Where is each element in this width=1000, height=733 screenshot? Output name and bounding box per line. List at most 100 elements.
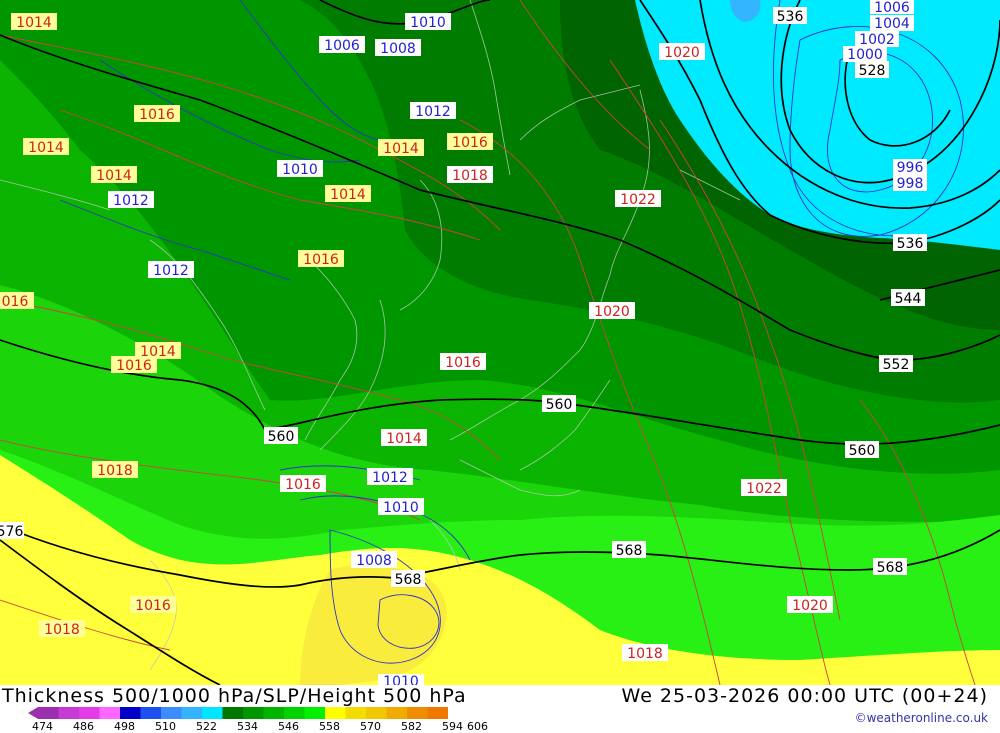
colorbar-tick-label: 534	[237, 720, 258, 733]
slp-high-label: 1014	[23, 138, 69, 156]
slp-low-label: 998	[893, 175, 927, 192]
height-label: 560	[845, 441, 879, 459]
height-label: 536	[893, 234, 927, 252]
slp-low-label: 1010	[277, 160, 323, 178]
credit-link[interactable]: ©weatheronline.co.uk	[855, 711, 988, 725]
svg-text:536: 536	[897, 236, 924, 252]
slp-low-label: 1010	[378, 674, 424, 685]
svg-text:1016: 1016	[303, 252, 339, 268]
thickness-colorbar	[28, 707, 448, 719]
colorbar-tick-label: 498	[114, 720, 135, 733]
slp-high-label: 1020	[659, 43, 705, 61]
colorbar-swatch	[161, 707, 182, 719]
slp-low-label: 1012	[410, 102, 456, 120]
svg-text:1016: 1016	[445, 355, 481, 371]
svg-text:1016: 1016	[135, 598, 171, 614]
slp-high-label: 1014	[381, 429, 427, 447]
svg-text:1012: 1012	[153, 263, 189, 279]
height-label: 568	[612, 541, 646, 559]
slp-high-label: 1022	[741, 479, 787, 497]
svg-text:568: 568	[877, 560, 904, 576]
svg-text:1010: 1010	[410, 15, 446, 31]
slp-high-label: 1016	[447, 133, 493, 151]
colorbar-tick-label: 546	[278, 720, 299, 733]
svg-text:1018: 1018	[452, 168, 488, 184]
colorbar-tick-label: 558	[319, 720, 340, 733]
svg-text:1012: 1012	[113, 193, 149, 209]
slp-low-label: 1006	[870, 0, 914, 16]
map-footer: Thickness 500/1000 hPa/SLP/Height 500 hP…	[0, 685, 1000, 733]
slp-low-label: 1004	[870, 15, 914, 32]
slp-high-label: 1020	[589, 302, 635, 320]
svg-text:1014: 1014	[386, 431, 422, 447]
colorbar-tick-label: 522	[196, 720, 217, 733]
svg-text:544: 544	[895, 291, 922, 307]
svg-text:528: 528	[859, 63, 886, 79]
slp-high-label: 1016	[280, 475, 326, 493]
colorbar-tick-label: 606	[467, 720, 488, 733]
svg-text:1006: 1006	[324, 38, 360, 54]
colorbar-swatch	[202, 707, 223, 719]
svg-text:996: 996	[897, 160, 924, 176]
svg-text:1020: 1020	[664, 45, 700, 61]
svg-text:1014: 1014	[16, 15, 52, 31]
slp-low-label: 1008	[375, 39, 421, 57]
slp-low-label: 1008	[351, 551, 397, 569]
svg-text:560: 560	[268, 429, 295, 445]
slp-high-label: 1018	[39, 620, 85, 638]
colorbar-swatch	[140, 707, 162, 719]
colorbar-swatch	[38, 707, 59, 719]
slp-low-label: 1012	[108, 191, 154, 209]
svg-text:1010: 1010	[383, 674, 419, 685]
slp-high-label: 1016	[298, 250, 344, 268]
height-label: 560	[542, 395, 576, 413]
slp-low-label: 996	[893, 159, 927, 176]
svg-text:1010: 1010	[383, 500, 419, 516]
svg-text:1006: 1006	[874, 0, 910, 16]
height-label: 576	[0, 522, 24, 540]
slp-low-label: 1010	[405, 13, 451, 31]
slp-high-label: 1014	[378, 139, 424, 157]
svg-text:1002: 1002	[859, 32, 895, 48]
colorbar-swatch	[243, 707, 264, 719]
height-label: 528	[855, 61, 889, 79]
colorbar-swatch	[345, 707, 367, 719]
svg-text:1016: 1016	[116, 358, 152, 374]
slp-high-label: 1018	[622, 644, 668, 662]
svg-text:1016: 1016	[139, 107, 175, 123]
svg-text:016: 016	[2, 294, 29, 310]
slp-low-label: 1012	[148, 261, 194, 279]
slp-high-label: 016	[0, 292, 34, 310]
height-label: 568	[873, 558, 907, 576]
slp-high-label: 1014	[11, 13, 57, 31]
slp-high-label: 1014	[91, 166, 137, 184]
svg-text:1018: 1018	[627, 646, 663, 662]
height-label: 544	[891, 289, 925, 307]
colorbar-swatch	[284, 707, 305, 719]
height-label: 560	[264, 427, 298, 445]
svg-text:1022: 1022	[620, 192, 656, 208]
svg-text:536: 536	[777, 9, 804, 25]
svg-text:1014: 1014	[330, 187, 366, 203]
svg-text:1018: 1018	[44, 622, 80, 638]
colorbar-swatch	[99, 707, 121, 719]
slp-low-label: 1000	[843, 46, 887, 63]
slp-high-label: 1016	[111, 356, 157, 374]
svg-text:1010: 1010	[282, 162, 318, 178]
height-label: 568	[391, 570, 425, 588]
forecast-datetime: We 25-03-2026 00:00 UTC (00+24)	[621, 685, 988, 707]
slp-high-label: 1016	[440, 353, 486, 371]
colorbar-tick-label: 486	[73, 720, 94, 733]
colorbar-swatch	[386, 707, 408, 719]
svg-text:1014: 1014	[96, 168, 132, 184]
colorbar-swatch	[58, 707, 80, 719]
slp-high-label: 1018	[447, 166, 493, 184]
svg-text:1018: 1018	[97, 463, 133, 479]
slp-high-label: 1020	[787, 596, 833, 614]
slp-low-label: 1006	[319, 36, 365, 54]
colorbar-swatch	[325, 707, 346, 719]
svg-text:1000: 1000	[847, 47, 883, 63]
colorbar-arrow-left	[28, 707, 38, 719]
colorbar-swatch	[120, 707, 141, 719]
svg-text:560: 560	[546, 397, 573, 413]
